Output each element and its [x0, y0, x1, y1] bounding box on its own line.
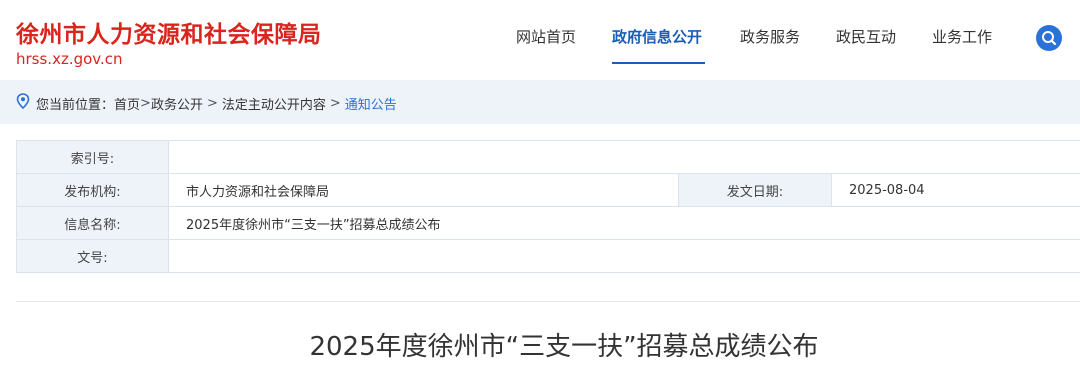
breadcrumb-gov-affairs[interactable]: 政务公开 — [151, 94, 203, 113]
nav-item-home[interactable]: 网站首页 — [516, 26, 576, 47]
site-header: 徐州市人力资源和社会保障局 hrss.xz.gov.cn 网站首页 政府信息公开… — [0, 0, 1080, 80]
breadcrumb-separator: > — [206, 95, 218, 111]
meta-row-info-name: 信息名称: 2025年度徐州市“三支一扶”招募总成绩公布 — [16, 206, 1080, 240]
breadcrumb-bar: 您当前位置： 首页 > 政务公开 > 法定主动公开内容 > 通知公告 — [0, 80, 1080, 124]
nav-item-work[interactable]: 业务工作 — [932, 26, 992, 47]
breadcrumb-separator: > — [140, 95, 151, 111]
date-label: 发文日期: — [678, 173, 832, 207]
breadcrumb-notices[interactable]: 通知公告 — [345, 94, 397, 113]
index-no-label: 索引号: — [16, 140, 169, 174]
info-name-value: 2025年度徐州市“三支一扶”招募总成绩公布 — [168, 206, 1080, 240]
nav-item-gov-info[interactable]: 政府信息公开 — [612, 26, 702, 47]
location-pin-icon — [16, 93, 30, 113]
meta-row-doc-no: 文号: — [16, 239, 1080, 273]
content-divider — [16, 301, 1080, 302]
nav-item-services[interactable]: 政务服务 — [740, 26, 800, 47]
publisher-label: 发布机构: — [16, 173, 169, 207]
nav-active-underline — [612, 62, 705, 64]
meta-row-publisher: 发布机构: 市人力资源和社会保障局 发文日期: 2025-08-04 — [16, 173, 1080, 207]
document-meta-table: 索引号: 发布机构: 市人力资源和社会保障局 发文日期: 2025-08-04 … — [16, 140, 1080, 273]
breadcrumb-prefix: 您当前位置： — [36, 97, 115, 113]
main-nav: 网站首页 政府信息公开 政务服务 政民互动 业务工作 — [0, 26, 1080, 66]
breadcrumb-separator: > — [329, 95, 341, 111]
nav-item-interaction[interactable]: 政民互动 — [836, 26, 896, 47]
breadcrumb: 您当前位置： 首页 > 政务公开 > 法定主动公开内容 > 通知公告 — [16, 93, 397, 113]
doc-no-label: 文号: — [16, 239, 169, 273]
index-no-value — [168, 140, 1080, 174]
doc-no-value — [168, 239, 1080, 273]
breadcrumb-disclosure[interactable]: 法定主动公开内容 — [222, 94, 326, 113]
search-button[interactable] — [1036, 25, 1062, 51]
breadcrumb-home[interactable]: 首页 — [114, 94, 140, 113]
search-icon — [1042, 31, 1057, 46]
date-value: 2025-08-04 — [831, 173, 1080, 207]
publisher-value: 市人力资源和社会保障局 — [168, 173, 679, 207]
article-title: 2025年度徐州市“三支一扶”招募总成绩公布 — [309, 332, 819, 362]
info-name-label: 信息名称: — [16, 206, 169, 240]
meta-row-index: 索引号: — [16, 140, 1080, 174]
